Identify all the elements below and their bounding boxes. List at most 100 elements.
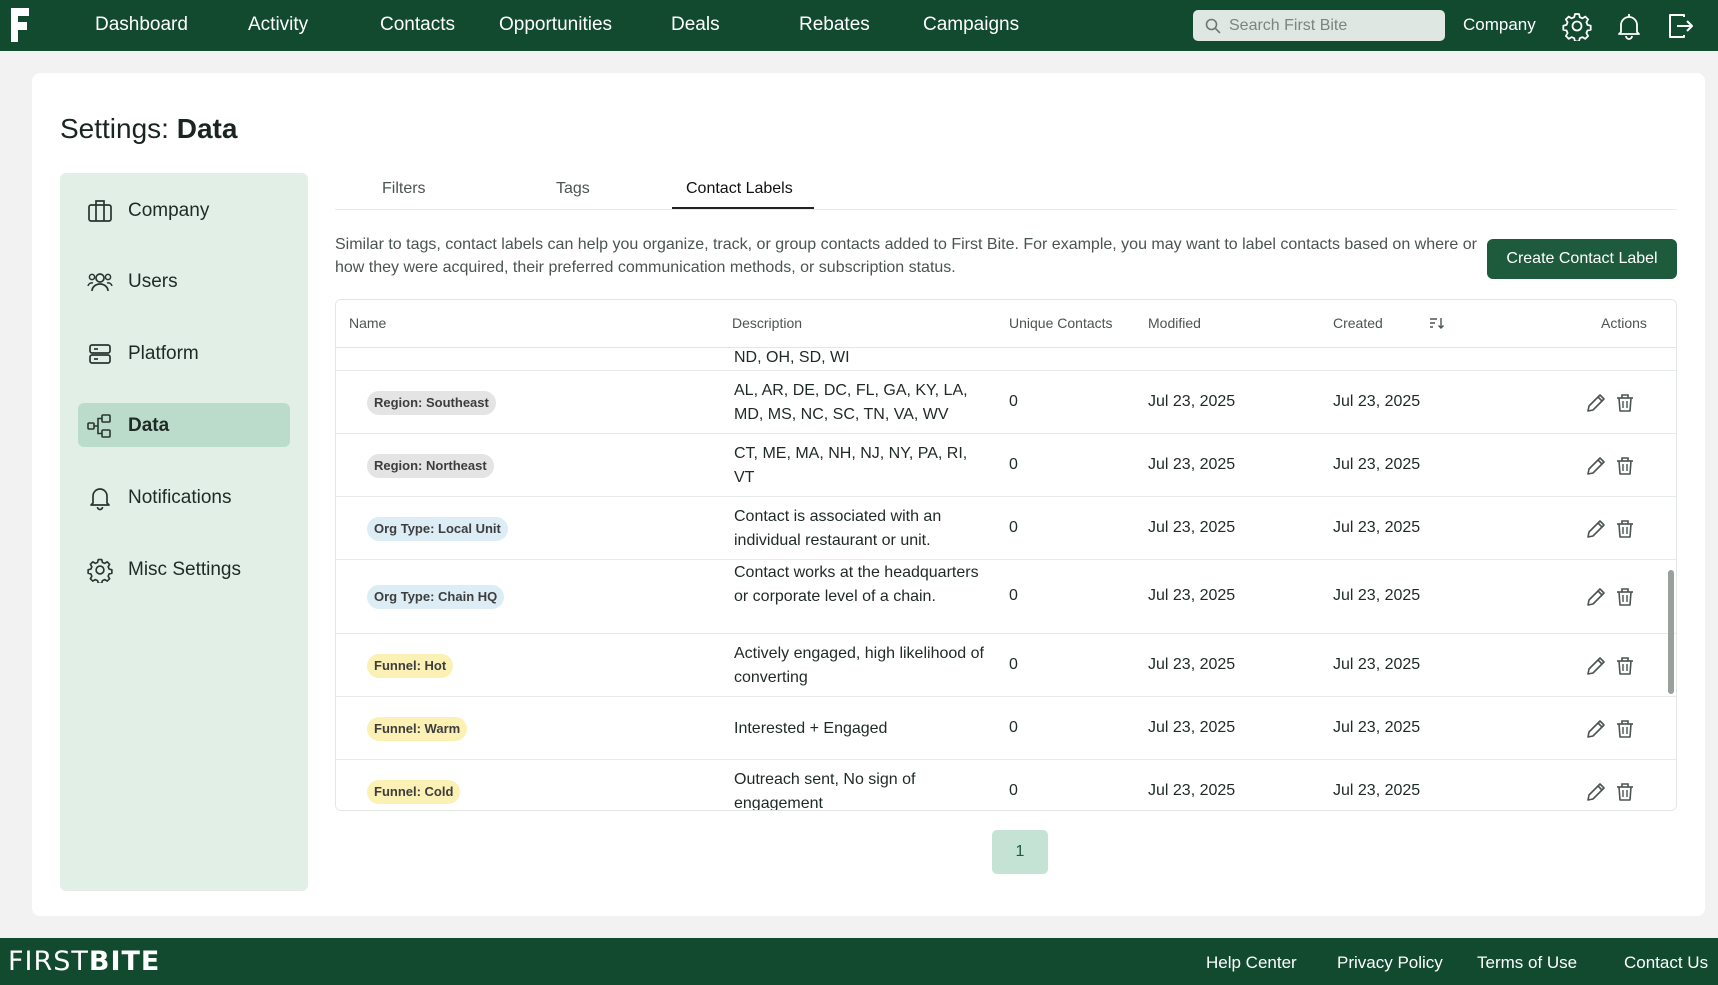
- users-icon: [87, 273, 113, 292]
- bell-icon[interactable]: [1614, 11, 1644, 41]
- row-modified-date: Jul 23, 2025: [1148, 655, 1236, 673]
- row-modified-date: Jul 23, 2025: [1148, 718, 1236, 736]
- nav-dashboard[interactable]: Dashboard: [95, 14, 188, 36]
- tab-divider: [335, 209, 1677, 210]
- intro-text: Similar to tags, contact labels can help…: [335, 236, 1477, 276]
- sidebar-item-misc-settings[interactable]: Misc Settings: [78, 547, 290, 591]
- search-box[interactable]: [1193, 10, 1445, 41]
- row-created-date: Jul 23, 2025: [1333, 392, 1421, 410]
- bell-icon: [90, 488, 110, 511]
- trash-icon[interactable]: [1614, 586, 1636, 608]
- first-bite-logo[interactable]: [8, 5, 32, 45]
- sort-desc-icon[interactable]: [1429, 315, 1445, 331]
- row-unique-contacts: 0: [1009, 587, 1018, 604]
- sidebar-item-platform[interactable]: Platform: [78, 331, 290, 375]
- table-row: Region: Northeast CT, ME, MA, NH, NJ, NY,…: [336, 434, 1676, 497]
- trash-icon[interactable]: [1614, 718, 1636, 740]
- company-switcher[interactable]: Company: [1463, 15, 1536, 35]
- trash-icon[interactable]: [1614, 455, 1636, 477]
- footer-link-terms-of-use[interactable]: Terms of Use: [1477, 953, 1577, 973]
- gear-icon[interactable]: [1562, 11, 1592, 41]
- table-row: Org Type: Local Unit Contact is associate…: [336, 497, 1676, 560]
- nav-contacts[interactable]: Contacts: [380, 14, 455, 36]
- active-tab-indicator: [672, 207, 814, 209]
- footer-brand-logo: FIRSTBITE: [8, 946, 161, 977]
- table-row: Region: Southeast AL, AR, DE, DC, FL, GA,…: [336, 371, 1676, 434]
- row-description: Contact works at the headquarters or cor…: [734, 564, 979, 605]
- row-unique-contacts: 0: [1009, 655, 1018, 673]
- row-description: Actively engaged, high likelihood of con…: [734, 644, 984, 686]
- building-icon: [88, 200, 112, 222]
- logout-icon[interactable]: [1666, 11, 1696, 41]
- row-created-date: Jul 23, 2025: [1333, 518, 1421, 536]
- edit-pencil-icon[interactable]: [1585, 518, 1607, 540]
- nav-campaigns[interactable]: Campaigns: [923, 14, 1019, 36]
- search-icon: [1205, 18, 1221, 34]
- nav-rebates[interactable]: Rebates: [799, 14, 870, 36]
- label-badge: Org Type: Chain HQ: [367, 585, 505, 609]
- row-description: Contact is associated with an individual…: [734, 507, 942, 549]
- search-input[interactable]: [1229, 14, 1434, 37]
- column-header-unique-contacts[interactable]: Unique Contacts: [1009, 315, 1113, 331]
- row-unique-contacts: 0: [1009, 518, 1018, 536]
- table-header: Name Description Unique Contacts Modifie…: [336, 300, 1676, 348]
- row-unique-contacts: 0: [1009, 781, 1018, 799]
- create-contact-label-button[interactable]: Create Contact Label: [1487, 239, 1677, 279]
- row-created-date: Jul 23, 2025: [1333, 655, 1421, 673]
- sidebar-item-label: Company: [128, 200, 210, 221]
- sidebar-item-users[interactable]: Users: [78, 259, 290, 303]
- row-modified-date: Jul 23, 2025: [1148, 781, 1236, 799]
- row-modified-date: Jul 23, 2025: [1148, 587, 1236, 604]
- edit-pencil-icon[interactable]: [1585, 455, 1607, 477]
- row-description: Outreach sent, No sign of engagement: [734, 770, 916, 811]
- edit-pencil-icon[interactable]: [1585, 781, 1607, 803]
- label-badge: Funnel: Warm: [367, 716, 468, 741]
- tab-contact-labels[interactable]: Contact Labels: [686, 180, 793, 198]
- column-header-modified[interactable]: Modified: [1148, 315, 1201, 331]
- table-row: Funnel: Cold Outreach sent, No sign of en…: [336, 760, 1676, 811]
- sidebar-item-notifications[interactable]: Notifications: [78, 475, 290, 519]
- page-button-current[interactable]: 1: [992, 830, 1048, 874]
- tab-tags[interactable]: Tags: [556, 180, 590, 198]
- top-navbar: Dashboard Activity Contacts Opportunitie…: [0, 0, 1718, 51]
- edit-pencil-icon[interactable]: [1585, 392, 1607, 414]
- row-created-date: Jul 23, 2025: [1333, 718, 1421, 736]
- footer: FIRSTBITE Help Center Privacy Policy Ter…: [0, 938, 1718, 985]
- label-badge: Funnel: Cold: [367, 779, 461, 804]
- page-title: Settings: Data: [60, 113, 237, 145]
- edit-pencil-icon[interactable]: [1585, 718, 1607, 740]
- trash-icon[interactable]: [1614, 655, 1636, 677]
- row-modified-date: Jul 23, 2025: [1148, 455, 1236, 473]
- column-header-actions: Actions: [1601, 315, 1647, 331]
- sidebar-item-company[interactable]: Company: [78, 188, 290, 232]
- page-title-section: Data: [176, 113, 238, 144]
- row-created-date: Jul 23, 2025: [1333, 455, 1421, 473]
- column-header-name[interactable]: Name: [349, 315, 386, 331]
- sidebar-item-data[interactable]: Data: [78, 403, 290, 447]
- row-unique-contacts: 0: [1009, 455, 1018, 473]
- nav-deals[interactable]: Deals: [671, 14, 720, 36]
- trash-icon[interactable]: [1614, 392, 1636, 414]
- nav-activity[interactable]: Activity: [248, 14, 308, 36]
- sidebar-item-label: Notifications: [128, 487, 232, 508]
- trash-icon[interactable]: [1614, 518, 1636, 540]
- label-badge: Region: Southeast: [367, 390, 496, 415]
- footer-link-help-center[interactable]: Help Center: [1206, 953, 1297, 973]
- edit-pencil-icon[interactable]: [1585, 586, 1607, 608]
- footer-link-contact-us[interactable]: Contact Us: [1624, 953, 1708, 973]
- trash-icon[interactable]: [1614, 781, 1636, 803]
- label-badge: Funnel: Hot: [367, 653, 454, 678]
- sidebar-item-label: Misc Settings: [128, 559, 241, 580]
- edit-pencil-icon[interactable]: [1585, 655, 1607, 677]
- nav-opportunities[interactable]: Opportunities: [499, 14, 612, 36]
- column-header-created[interactable]: Created: [1333, 315, 1383, 331]
- column-header-description[interactable]: Description: [732, 315, 802, 331]
- contact-labels-table: Name Description Unique Contacts Modifie…: [335, 299, 1677, 811]
- table-scrollbar[interactable]: [1668, 570, 1674, 694]
- row-modified-date: Jul 23, 2025: [1148, 518, 1236, 536]
- row-unique-contacts: 0: [1009, 392, 1018, 410]
- sidebar-item-label: Data: [128, 415, 170, 436]
- footer-link-privacy-policy[interactable]: Privacy Policy: [1337, 953, 1443, 973]
- label-badge: Org Type: Local Unit: [367, 516, 508, 541]
- tab-filters[interactable]: Filters: [382, 180, 426, 198]
